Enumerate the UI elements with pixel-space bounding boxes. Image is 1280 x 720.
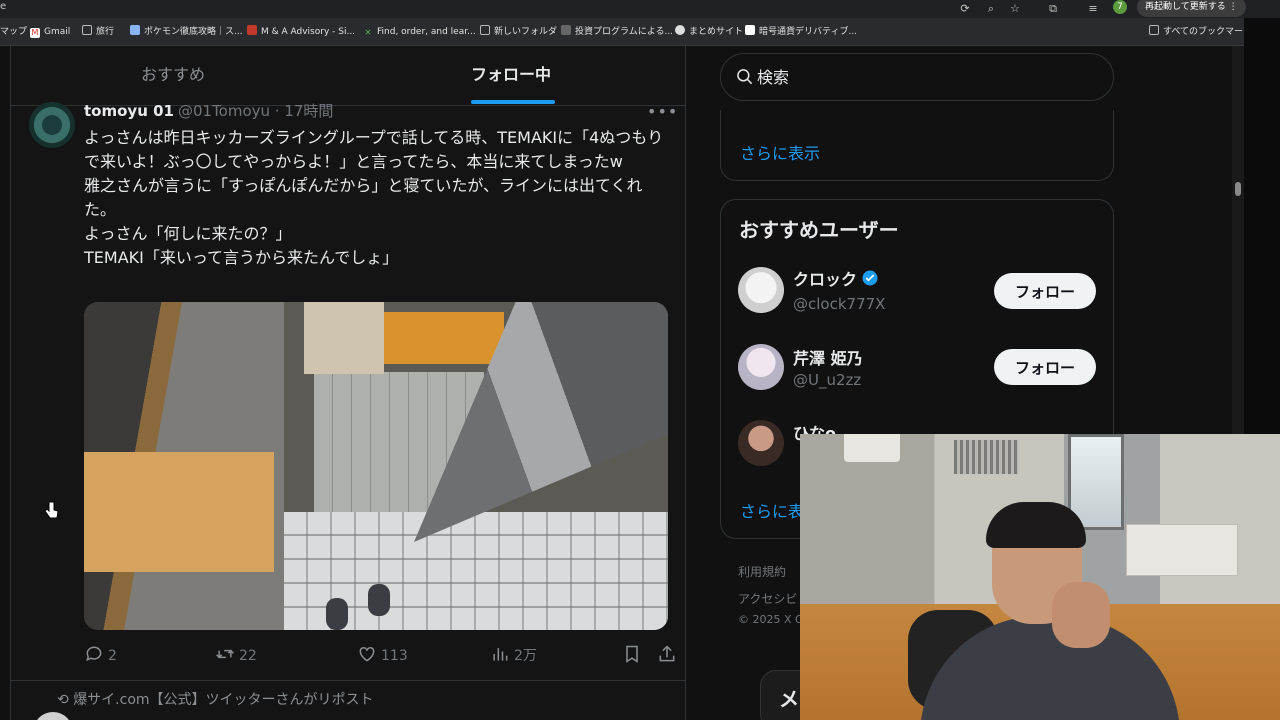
user-handle: @U_u2zz [793,371,862,389]
profile-avatar[interactable]: 7 [1113,0,1127,14]
share-icon [659,645,675,662]
timeline-column: おすすめ フォロー中 tomoyu 01 @01Tomoyu · 17時間 •••… [10,46,686,720]
folder-icon [1149,25,1159,35]
bookmark-find-order[interactable]: ✕ Find, order, and lear... [363,18,476,46]
footer-copyright: © 2025 X C [738,613,803,626]
who-to-follow-title: おすすめユーザー [739,218,899,242]
share-button[interactable] [657,644,681,668]
reply-icon [86,646,102,662]
site-icon [745,25,755,35]
bookmark-icon [626,645,638,663]
scrollbar-thumb[interactable] [1235,182,1241,196]
user-name[interactable]: 芹澤 姫乃 [793,345,863,369]
search-icon [737,69,753,85]
trends-panel: さらに表示 [720,110,1114,181]
bookmark-gmail[interactable]: M Gmail [30,18,70,46]
verified-badge-icon [862,270,878,286]
tweet-divider [11,680,685,681]
globe-icon [675,25,685,35]
install-icon[interactable]: ⟳ [956,0,974,18]
gmail-icon: M [30,28,40,38]
bookmark-ma-advisory[interactable]: M & A Advisory - Si... [247,18,355,46]
reply-button[interactable]: 2 [84,644,117,668]
user-handle: @clock777X [793,295,886,313]
user-avatar[interactable] [738,420,784,466]
repost-small-icon: ⟲ [57,692,69,708]
toolbar-cut-text: e [0,1,7,12]
views-button[interactable]: 2万 [490,644,537,668]
folder-icon [82,25,92,35]
tweet-media-image[interactable] [84,302,668,630]
bookmark-travel[interactable]: 旅行 [82,18,114,46]
bookmark-pokemon[interactable]: ポケモン徹底攻略｜ス... [130,18,243,46]
repost-notice[interactable]: ⟲ 爆サイ.com【公式】ツイッターさんがリポスト [57,689,374,709]
bookmark-maps[interactable]: マップ [0,18,27,46]
repost-button[interactable]: 22 [215,644,257,668]
folder-icon [480,25,490,35]
active-tab-indicator [471,100,555,104]
bookmark-button[interactable] [622,644,646,668]
views-chart-icon [493,648,508,661]
bookmark-investment[interactable]: 投資プログラムによる... [561,18,673,46]
restart-update-button[interactable]: 再起動して更新する ⋮ [1137,0,1246,17]
tweet-actions: 2 22 113 2万 [84,644,675,668]
timeline-tabs: おすすめ フォロー中 [11,46,685,106]
extensions-icon[interactable]: ⧉ [1044,0,1062,18]
who-to-follow-show-more-link[interactable]: さらに表 [740,498,804,522]
bookmarks-bar: マップ M Gmail 旅行 ポケモン徹底攻略｜ス... M & A Adviso… [0,18,1252,46]
user-name[interactable]: クロック [793,266,879,290]
hand-cursor-icon [44,501,59,519]
more-options-icon[interactable]: ••• [647,102,678,121]
bookmark-new-folder[interactable]: 新しいフォルダ [480,18,557,46]
search-box[interactable] [720,53,1114,101]
media-icon[interactable]: ≡ [1084,0,1102,18]
footer-terms-link[interactable]: 利用規約 [738,563,786,580]
site-icon [130,25,140,35]
tweet-header: tomoyu 01 @01Tomoyu · 17時間 [84,100,333,121]
tweet-author-name[interactable]: tomoyu 01 [84,102,174,120]
site-icon [247,25,257,35]
tab-following[interactable]: フォロー中 [471,46,551,106]
follow-button[interactable]: フォロー [994,273,1096,309]
zoom-icon[interactable]: ⌕ [982,0,1000,18]
search-input[interactable] [757,64,1097,90]
site-icon: ✕ [364,28,372,37]
trends-show-more-link[interactable]: さらに表示 [740,140,820,164]
footer-accessibility-link[interactable]: アクセシビ [738,590,797,607]
like-button[interactable]: 113 [357,644,408,668]
bookmark-all[interactable]: すべてのブックマーク [1149,18,1252,46]
webcam-overlay [800,434,1280,720]
follow-button[interactable]: フォロー [994,349,1096,385]
bookmark-crypto[interactable]: 暗号通貨デリバティブ... [745,18,857,46]
user-avatar[interactable] [738,344,784,390]
tweet-text: よっさんは昨日キッカーズライングループで話してる時、TEMAKIに「4ぬつもりで… [84,128,664,267]
user-avatar[interactable] [738,267,784,313]
star-icon[interactable]: ☆ [1006,0,1024,18]
tweet-handle-time[interactable]: @01Tomoyu · 17時間 [178,102,333,120]
repost-icon [216,649,234,659]
tab-recommended[interactable]: おすすめ [141,46,205,106]
window-edge [1244,18,1280,434]
tweet-author-avatar[interactable] [29,102,75,148]
browser-toolbar: e ⟳ ⌕ ☆ ⧉ ≡ 7 再起動して更新する ⋮ [0,0,1280,18]
next-tweet-avatar[interactable] [33,712,73,720]
heart-icon [359,646,375,662]
site-icon [561,25,571,35]
bookmark-matome[interactable]: まとめサイト [675,18,743,46]
